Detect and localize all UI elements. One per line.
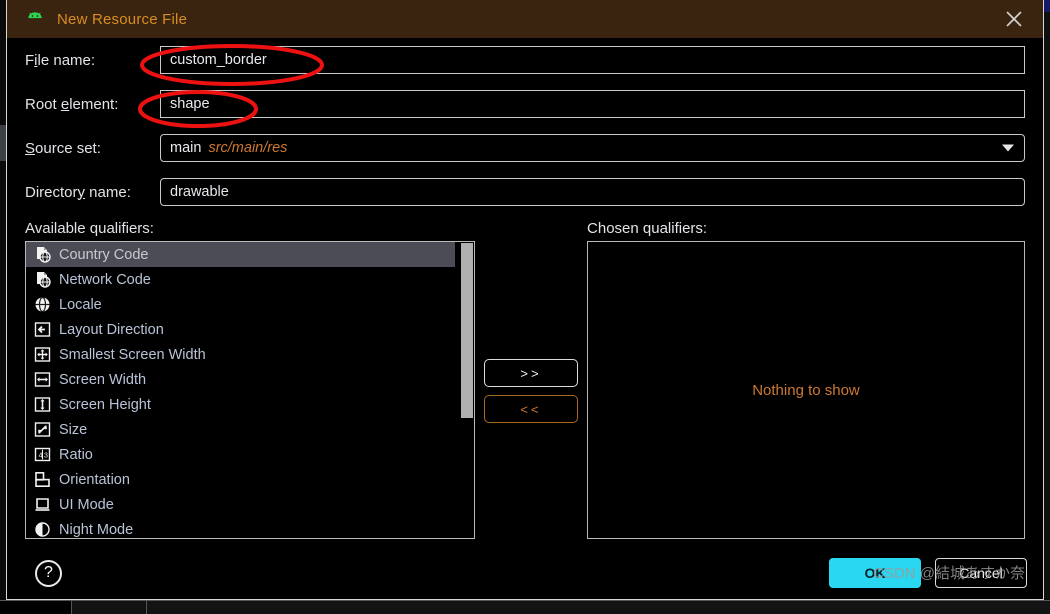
file-network-icon — [34, 271, 51, 288]
list-item[interactable]: Screen Width — [26, 367, 455, 392]
row-file-name: File name: custom_border — [25, 38, 1025, 82]
transfer-buttons: >> << — [475, 241, 587, 541]
list-item[interactable]: Smallest Screen Width — [26, 342, 455, 367]
new-resource-file-dialog: New Resource File File name: custom_bord… — [6, 0, 1044, 600]
list-item[interactable]: Screen Height — [26, 392, 455, 417]
list-item[interactable]: Layout Direction — [26, 317, 455, 342]
file-name-value: custom_border — [170, 52, 267, 68]
label-file-name: File name: — [25, 51, 96, 69]
root-element-value: shape — [170, 96, 210, 112]
qualifier-panes: Country Code Network Code Locale Layout … — [7, 241, 1043, 541]
taskbar-segment-2 — [72, 601, 147, 614]
arrow-left-icon — [34, 321, 51, 338]
close-icon[interactable] — [1003, 8, 1025, 30]
list-item-label: Size — [59, 421, 88, 438]
label-root-element: Root element: — [25, 95, 119, 113]
dialog-titlebar: New Resource File — [7, 0, 1043, 38]
ui-mode-icon — [34, 496, 51, 513]
chevron-down-icon[interactable] — [1002, 144, 1014, 152]
list-item-label: Network Code — [59, 271, 151, 288]
row-source-set: Source set: main src/main/res — [25, 126, 1025, 170]
directory-name-input[interactable]: drawable — [160, 178, 1025, 206]
taskbar-strip — [0, 600, 1050, 614]
night-mode-icon — [34, 521, 51, 538]
list-item[interactable]: UI Mode — [26, 492, 455, 517]
qualifier-list-items: Country Code Network Code Locale Layout … — [26, 242, 455, 538]
file-name-input[interactable]: custom_border — [160, 46, 1025, 74]
taskbar-segment-3 — [147, 601, 1050, 614]
question-mark-icon[interactable]: ? — [35, 559, 62, 587]
list-item-label: Screen Width — [59, 371, 147, 388]
list-item[interactable]: Network Code — [26, 267, 455, 292]
qualifier-headings: Available qualifiers: Chosen qualifiers: — [7, 214, 1043, 241]
background-right-strip — [1044, 0, 1050, 614]
list-item[interactable]: Size — [26, 417, 455, 442]
list-item[interactable]: 4 3 Ratio — [26, 442, 455, 467]
available-qualifiers-list[interactable]: Country Code Network Code Locale Layout … — [25, 241, 475, 539]
background-blue-marker — [1044, 0, 1050, 12]
row-root-element: Root element: shape — [25, 82, 1025, 126]
list-item[interactable]: Locale — [26, 292, 455, 317]
scrollbar-thumb[interactable] — [461, 243, 473, 418]
diagonal-arrow-icon — [34, 421, 51, 438]
source-set-value: main — [170, 140, 202, 156]
list-item-label: Layout Direction — [59, 321, 164, 338]
ratio-icon: 4 3 — [34, 446, 51, 463]
globe-icon — [34, 296, 51, 313]
screen: New Resource File File name: custom_bord… — [0, 0, 1050, 614]
file-globe-icon — [34, 246, 51, 263]
label-source-set: Source set: — [25, 139, 101, 157]
arrows-vertical-icon — [34, 396, 51, 413]
list-item-label: Locale — [59, 296, 102, 313]
list-item-label: Orientation — [59, 471, 130, 488]
dialog-title: New Resource File — [57, 10, 188, 28]
root-element-input[interactable]: shape — [160, 90, 1025, 118]
list-item[interactable]: Orientation — [26, 467, 455, 492]
row-directory-name: Directory name: drawable — [25, 170, 1025, 214]
arrows-horizontal-icon — [34, 371, 51, 388]
source-set-select[interactable]: main src/main/res — [160, 134, 1025, 162]
list-item[interactable]: Country Code — [26, 242, 455, 267]
svg-text:3: 3 — [44, 453, 48, 460]
available-qualifiers-label: Available qualifiers: — [25, 220, 154, 237]
source-set-path: src/main/res — [208, 140, 288, 156]
list-item-label: Country Code — [59, 246, 149, 263]
nothing-to-show-text: Nothing to show — [752, 381, 860, 399]
directory-name-value: drawable — [170, 184, 229, 200]
arrows-four-way-icon — [34, 346, 51, 363]
list-item-label: UI Mode — [59, 496, 114, 513]
remove-qualifier-button[interactable]: << — [484, 395, 578, 423]
list-item-label: Screen Height — [59, 396, 151, 413]
list-item-label: Smallest Screen Width — [59, 346, 206, 363]
label-directory-name: Directory name: — [25, 183, 131, 201]
android-robot-icon — [25, 12, 45, 26]
taskbar-segment-1 — [0, 601, 72, 614]
orientation-icon — [34, 471, 51, 488]
chosen-qualifiers-label: Chosen qualifiers: — [587, 220, 708, 237]
list-item[interactable]: Night Mode — [26, 517, 455, 538]
add-qualifier-button[interactable]: >> — [484, 359, 578, 387]
list-item-label: Night Mode — [59, 521, 134, 538]
form-section: File name: custom_border Root element: s… — [7, 38, 1043, 214]
chosen-qualifiers-list[interactable]: Nothing to show — [587, 241, 1025, 539]
watermark-text: CSDN @結城あすか奈 — [873, 565, 1025, 582]
list-item-label: Ratio — [59, 446, 93, 463]
list-scrollbar[interactable] — [460, 242, 474, 538]
